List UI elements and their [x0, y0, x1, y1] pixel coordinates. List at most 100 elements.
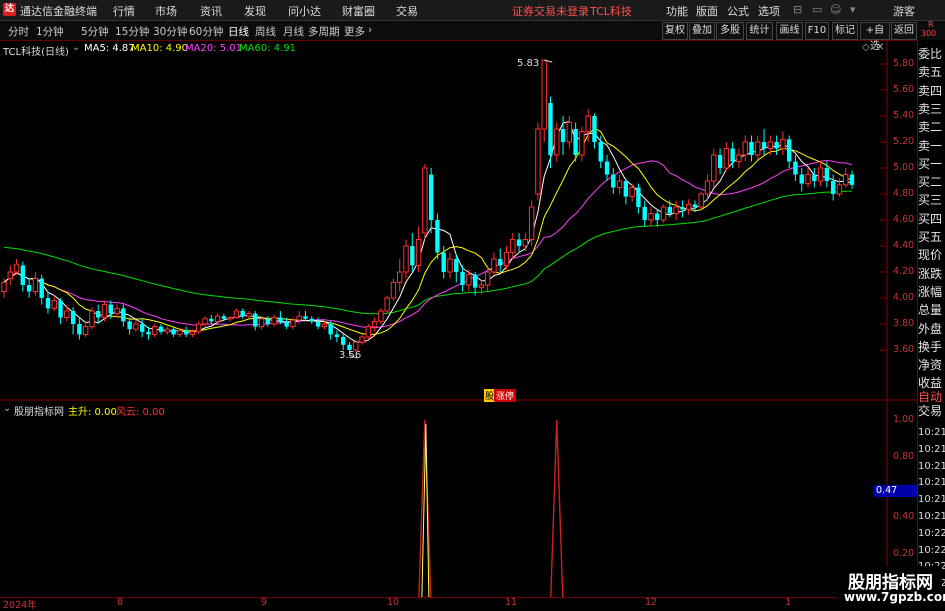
- menu-item-market[interactable]: 市场: [155, 3, 177, 19]
- minimize-icon[interactable]: ⊟: [793, 3, 802, 16]
- tab-period-more[interactable]: 更多: [344, 24, 365, 39]
- candle-down: [435, 220, 440, 253]
- candle-up: [629, 187, 635, 198]
- stats-button[interactable]: 统计: [746, 22, 773, 40]
- limit-up-marker[interactable]: 涨停: [494, 389, 517, 402]
- quote-label: 卖四: [918, 83, 943, 98]
- candle-up: [177, 330, 183, 335]
- back-button[interactable]: 返回: [891, 22, 917, 40]
- menu-item-ask[interactable]: 问小达: [288, 3, 321, 19]
- dropdown-icon[interactable]: ▾: [850, 3, 856, 16]
- candle-up: [698, 193, 704, 208]
- candle-up: [227, 317, 233, 320]
- login-notice[interactable]: 证券交易未登录: [512, 3, 589, 19]
- candle-down: [77, 324, 82, 335]
- menu-item-options[interactable]: 选项: [758, 3, 780, 19]
- candle-up: [422, 167, 428, 234]
- tab-period-multi[interactable]: 多周期: [308, 24, 340, 39]
- candle-up: [258, 318, 265, 328]
- candle-up: [397, 271, 403, 283]
- f10-button[interactable]: F10: [805, 22, 829, 40]
- app-logo-icon: 达: [3, 3, 16, 16]
- quote-label: 买四: [918, 211, 943, 226]
- candle-up: [82, 326, 89, 335]
- candle-down: [598, 142, 603, 162]
- menu-item-function[interactable]: 功能: [666, 3, 688, 19]
- high-price-label: 5.83: [517, 58, 540, 69]
- tab-period-15m[interactable]: 15分钟: [115, 24, 149, 39]
- quote-label: 涨幅: [918, 284, 943, 299]
- date-label: 1: [785, 597, 792, 608]
- menu-item-layout[interactable]: 版面: [696, 3, 718, 19]
- adjust-button[interactable]: 复权: [662, 22, 688, 40]
- candle-down: [592, 116, 597, 142]
- period-toolbar: 分时 1分钟 5分钟 15分钟 30分钟 60分钟 日线 周线 月线 多周期 更…: [0, 20, 945, 52]
- app-title: 通达信金融终端: [20, 5, 97, 18]
- tab-period-day[interactable]: 日线: [228, 24, 249, 39]
- candle-up: [528, 206, 535, 240]
- tab-period-week[interactable]: 周线: [255, 24, 276, 39]
- candle-up: [321, 323, 328, 328]
- guest-label[interactable]: 游客: [893, 3, 915, 19]
- tab-period-5m[interactable]: 5分钟: [81, 24, 109, 39]
- candle-up: [189, 331, 196, 335]
- candle-up: [736, 154, 742, 162]
- menu-item-quotes[interactable]: 行情: [113, 3, 135, 19]
- tab-period-time[interactable]: 分时: [8, 24, 29, 39]
- quote-label: 卖二: [918, 120, 943, 135]
- menu-item-discover[interactable]: 发现: [244, 3, 266, 19]
- corner-label-r: R: [928, 20, 934, 29]
- candle-down: [830, 181, 836, 194]
- tab-period-1m[interactable]: 1分钟: [36, 24, 64, 39]
- draw-button[interactable]: 画线: [776, 22, 803, 40]
- indicator-collapse-icon[interactable]: ⌄: [3, 403, 11, 414]
- candle-down: [498, 259, 503, 266]
- multi-stock-button[interactable]: 多股: [716, 22, 744, 40]
- price-tick: 5.60: [893, 84, 915, 95]
- candle-down: [284, 321, 289, 327]
- menu-item-formula[interactable]: 公式: [727, 3, 749, 19]
- indicator-main-label: 主升: 0.00: [68, 407, 117, 418]
- avatar-icon[interactable]: ☺: [830, 3, 841, 16]
- add-watchlist-button[interactable]: +自选: [860, 22, 890, 52]
- price-tick: 3.80: [893, 318, 915, 329]
- mark-button[interactable]: 标记: [832, 22, 858, 40]
- menu-item-news[interactable]: 资讯: [200, 3, 222, 19]
- candle-down: [209, 318, 214, 322]
- candle-up: [566, 122, 573, 143]
- menu-item-wealth[interactable]: 财富圈: [342, 3, 375, 19]
- candle-down: [146, 331, 151, 335]
- indicator-spike-main: [421, 423, 430, 597]
- chevron-right-icon[interactable]: ›: [368, 24, 372, 36]
- candle-down: [849, 174, 855, 185]
- candle-up: [503, 252, 510, 266]
- candle-up: [164, 328, 171, 333]
- tab-period-30m[interactable]: 30分钟: [153, 24, 187, 39]
- tab-period-60m[interactable]: 60分钟: [189, 24, 223, 39]
- candle-down: [793, 161, 798, 175]
- candle-down: [667, 207, 673, 214]
- tab-period-month[interactable]: 月线: [283, 24, 304, 39]
- candle-up: [152, 326, 158, 335]
- candle-up: [365, 326, 372, 338]
- low-price-label: 3.56: [339, 350, 362, 361]
- menu-item-trade[interactable]: 交易: [396, 3, 418, 19]
- kline-chart[interactable]: [0, 40, 917, 597]
- trade-label[interactable]: 交易: [918, 404, 945, 418]
- candle-down: [786, 139, 792, 162]
- date-label: 9: [261, 597, 268, 608]
- candle-up: [384, 297, 390, 312]
- candle-down: [717, 155, 723, 168]
- auto-trade-label[interactable]: 自动: [918, 390, 945, 404]
- candle-up: [415, 239, 422, 266]
- candle-up: [371, 320, 378, 328]
- candle-down: [761, 142, 767, 149]
- candle-up: [767, 141, 774, 149]
- candle-up: [836, 184, 843, 195]
- quote-label: 涨跌: [918, 266, 943, 281]
- candle-up: [723, 148, 730, 169]
- quote-label: 现价: [918, 248, 943, 263]
- quote-label: 买三: [918, 193, 943, 208]
- lock-icon[interactable]: ▭: [812, 3, 822, 16]
- overlay-button[interactable]: 叠加: [689, 22, 715, 40]
